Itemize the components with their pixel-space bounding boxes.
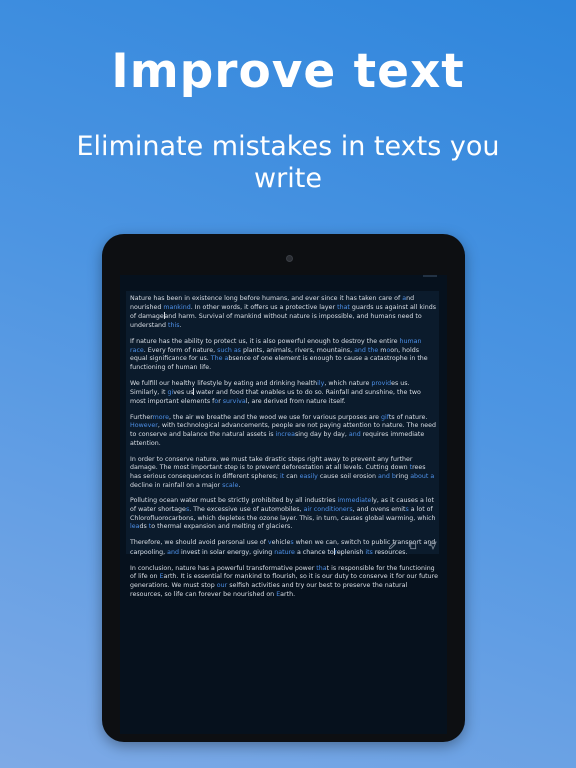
suggested-correction[interactable]: gif [381,414,389,421]
suggested-correction[interactable]: the [368,347,378,354]
suggested-correction[interactable]: easily [300,473,318,480]
suggested-correction[interactable]: scale [222,482,238,489]
suggested-correction[interactable]: and [354,347,366,354]
text-editor[interactable]: Nature has been in existence long before… [130,295,438,598]
text-run: sing day by day, [294,431,349,439]
editor-paragraph: In conclusion, nature has a powerful tra… [130,565,438,600]
text-run: , and ovens emit [352,506,406,514]
text-run: a chance to [294,548,334,556]
suggested-correction[interactable]: increa [276,431,295,438]
status-indicator [423,275,437,277]
editor-paragraph: We fulfill our healthy lifestyle by eati… [130,380,438,407]
suggested-correction[interactable]: this [168,322,180,329]
suggested-correction[interactable]: such as [217,347,241,354]
text-run: ves us [173,389,194,397]
copy-button[interactable] [406,539,418,551]
suggested-correction[interactable]: surviva [223,398,246,405]
suggested-correction[interactable]: immediate [338,497,372,504]
edit-button[interactable] [386,539,398,551]
promo-subhead: Eliminate mistakes in texts you write [76,131,500,194]
text-run: . In other words, it offers us a protect… [190,303,338,311]
editor-paragraph: In order to conserve nature, we must tak… [130,456,438,491]
copy-icon [408,541,416,549]
suggested-correction[interactable]: air conditioners [304,506,353,513]
suggested-correction[interactable]: and [378,473,390,480]
suggested-correction[interactable]: our [217,582,227,589]
text-run: arth. [280,590,296,598]
suggested-correction[interactable]: The [211,355,223,362]
text-run: decline in rainfall on a major [130,481,223,489]
text-run: Further [130,413,153,421]
text-run: eplenish [336,548,366,556]
suggested-correction[interactable]: nature [274,549,295,556]
suggested-correction[interactable]: more [153,414,169,421]
text-run: , the air we breathe and the wood we use… [168,413,382,421]
text-run: . [179,322,182,330]
text-run: . Every form of nature, [143,346,218,354]
suggested-correction[interactable]: provid [371,380,391,387]
suggested-correction[interactable]: tha [316,565,326,572]
text-run: In conclusion, nature has a powerful tra… [130,564,317,572]
suggested-correction[interactable]: its [365,549,373,556]
text-run: can [284,472,300,480]
app-screen: Nature has been in existence long before… [120,275,447,734]
editor-paragraph: Polluting ocean water must be strictly p… [130,497,438,532]
suggested-correction[interactable]: mankind [163,304,190,311]
suggested-correction[interactable]: about a [410,473,434,480]
editor-paragraph: Nature has been in existence long before… [130,295,438,331]
suggested-correction[interactable]: and [349,431,361,438]
text-run: invest in solar energy, giving [178,548,275,556]
suggested-correction[interactable]: and [167,549,179,556]
text-run: . The excessive use of automobiles, [189,506,304,514]
text-run: ts of nature. [388,413,428,421]
text-run: o thermal expansion and melting of glaci… [151,523,293,531]
front-camera [286,255,293,262]
text-run: ehicle [271,539,291,547]
pen-icon [388,541,396,549]
text-run: cause soil erosion [317,472,378,480]
text-run: We fulfill our healthy lifestyle by eati… [130,379,318,387]
text-run: In order to conserve nature, we must tak… [130,455,413,472]
text-run: Therefore, we should avoid personal use … [130,539,268,547]
promo-headline: Improve text [111,44,465,99]
editor-paragraph: If nature has the ability to protect us,… [130,338,438,373]
text-run: , which nature [324,379,372,387]
text-run: Polluting ocean water must be strictly p… [130,497,338,505]
send-icon [427,540,437,550]
text-run: ds [139,523,149,531]
editor-card: Nature has been in existence long before… [126,291,442,598]
suggested-correction[interactable]: However [130,422,158,429]
editor-toolbar [386,539,442,551]
send-button[interactable] [426,539,438,551]
editor-paragraph: Furthermore, the air we breathe and the … [130,414,438,449]
text-run: plants, animals, rivers, mountains, [240,346,355,354]
text-run: If nature has the ability to protect us,… [130,337,400,345]
text-run: ring [395,472,411,480]
suggested-correction[interactable]: that [337,304,350,311]
text-run: l, are derived from nature itself. [245,398,346,406]
text-run: Nature has been in existence long before… [130,295,403,302]
text-run: . [238,481,241,489]
tablet-device: Nature has been in existence long before… [102,234,465,742]
